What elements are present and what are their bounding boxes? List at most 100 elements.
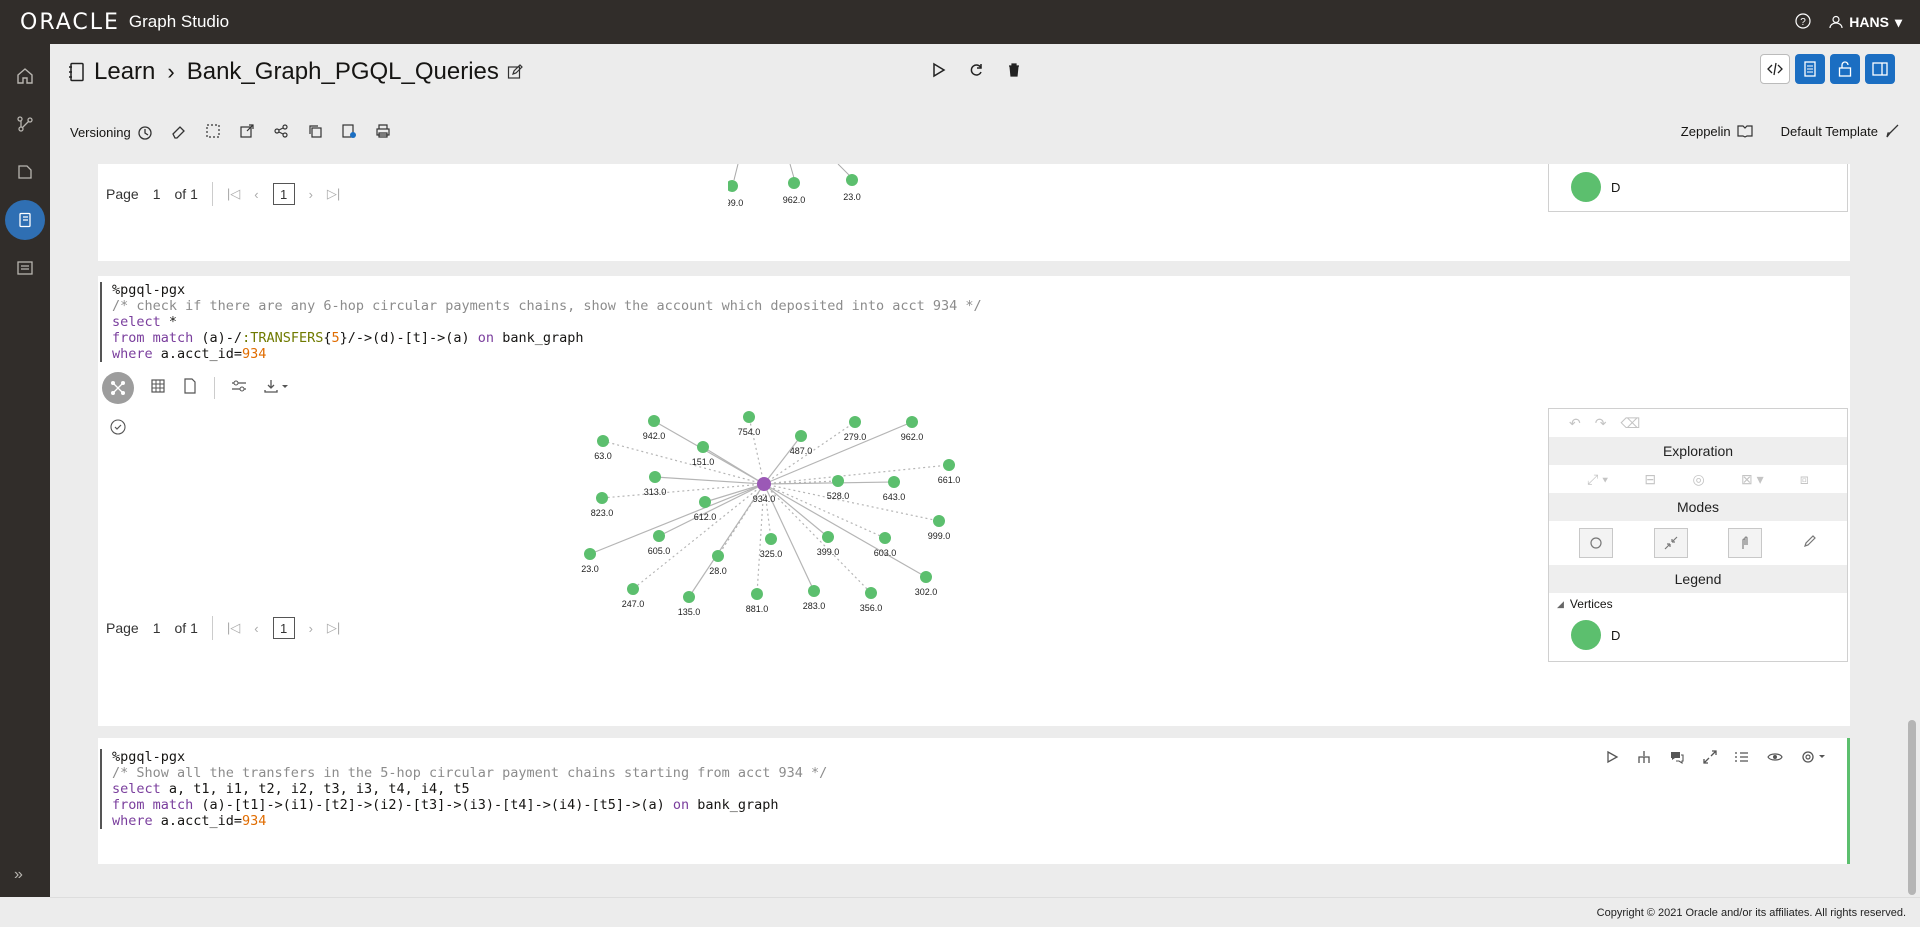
download-icon[interactable]	[263, 378, 289, 399]
graph-node[interactable]	[697, 441, 709, 453]
panel-toggle-button[interactable]	[1865, 54, 1895, 84]
help-icon[interactable]: ?	[1795, 12, 1811, 32]
expand-nav-icon[interactable]: »	[14, 866, 23, 884]
hierarchy-icon[interactable]	[1637, 750, 1651, 769]
page-scrollbar[interactable]	[1908, 720, 1916, 895]
graph-edge[interactable]	[654, 476, 765, 485]
fit-mode-button[interactable]	[1653, 528, 1688, 558]
undo-icon[interactable]: ↶	[1569, 415, 1581, 432]
graph-node[interactable]	[648, 415, 660, 427]
focus-icon[interactable]: ◎	[1692, 471, 1704, 488]
graph-edge[interactable]	[632, 483, 765, 590]
graph-edge[interactable]	[602, 440, 765, 485]
run-paragraph-icon[interactable]	[1605, 750, 1619, 769]
eraser-icon[interactable]	[171, 123, 187, 142]
graph-node[interactable]	[933, 515, 945, 527]
graph-node[interactable]	[699, 496, 711, 508]
graph-node[interactable]	[795, 430, 807, 442]
jobs-icon[interactable]	[5, 248, 45, 288]
prev-page-icon[interactable]: ‹	[254, 621, 258, 636]
prev-page-icon[interactable]: ‹	[254, 187, 258, 202]
graph-view-button[interactable]	[102, 372, 134, 404]
versioning-button[interactable]: Versioning	[70, 125, 153, 141]
graph-node[interactable]	[920, 571, 932, 583]
graph-edge[interactable]	[763, 483, 886, 539]
visibility-icon[interactable]	[1767, 750, 1783, 769]
graph-node[interactable]	[822, 531, 834, 543]
collapse-icon[interactable]: ⊟	[1644, 471, 1656, 488]
graph-node[interactable]	[888, 476, 900, 488]
graph-edge[interactable]	[763, 464, 950, 485]
graph-node[interactable]	[649, 471, 661, 483]
graph-node[interactable]	[832, 475, 844, 487]
graph-edge[interactable]	[763, 483, 872, 594]
graphs-icon[interactable]	[5, 104, 45, 144]
redo-icon[interactable]: ↷	[1595, 415, 1607, 432]
code-editor-3[interactable]: %pgql-pgx /* Show all the transfers in t…	[100, 749, 827, 829]
pan-mode-button[interactable]	[1728, 528, 1763, 558]
edit-title-icon[interactable]	[507, 64, 523, 80]
graph-edge[interactable]	[763, 483, 940, 522]
last-page-icon[interactable]: ▷|	[327, 186, 340, 202]
breadcrumb-learn[interactable]: Learn	[94, 58, 155, 86]
graph-node[interactable]	[683, 591, 695, 603]
graph-node[interactable]	[943, 459, 955, 471]
settings-sliders-icon[interactable]	[231, 378, 247, 399]
current-page-box[interactable]: 1	[272, 183, 295, 205]
run-all-icon[interactable]	[930, 62, 946, 83]
graph-node[interactable]	[584, 548, 596, 560]
graph-node[interactable]	[653, 530, 665, 542]
code-view-button[interactable]	[1760, 54, 1790, 84]
add-paragraph-icon[interactable]	[341, 123, 357, 142]
graph-node[interactable]	[743, 411, 755, 423]
graph-node[interactable]	[728, 180, 738, 192]
graph-node[interactable]	[808, 585, 820, 597]
line-numbers-icon[interactable]	[1735, 750, 1749, 769]
graph-center-node[interactable]	[757, 477, 771, 491]
interpreter-selector[interactable]: Zeppelin	[1681, 123, 1753, 139]
graph-edge[interactable]	[763, 481, 895, 485]
legend-item[interactable]: D	[1549, 615, 1847, 655]
graph-node[interactable]	[596, 492, 608, 504]
legend-item[interactable]: D	[1549, 164, 1847, 210]
vertices-toggle[interactable]: ◢ Vertices	[1549, 593, 1847, 615]
graph-edge[interactable]	[589, 483, 765, 555]
eraser-icon[interactable]: ⌫	[1620, 415, 1640, 432]
edit-mode-icon[interactable]	[1803, 534, 1817, 553]
graph-node[interactable]	[906, 416, 918, 428]
sticky-mode-button[interactable]	[1579, 528, 1614, 558]
graph-edge[interactable]	[763, 483, 829, 538]
delete-icon[interactable]	[1006, 62, 1022, 83]
share-icon[interactable]	[273, 123, 289, 142]
expand-icon[interactable]: ⤢ ▾	[1587, 471, 1608, 488]
fullscreen-icon[interactable]	[1703, 750, 1717, 769]
export-icon[interactable]	[239, 123, 255, 142]
notebooks-icon[interactable]	[5, 200, 45, 240]
graph-node[interactable]	[597, 435, 609, 447]
next-page-icon[interactable]: ›	[309, 621, 313, 636]
graph-node[interactable]	[865, 587, 877, 599]
graph-node[interactable]	[788, 177, 800, 189]
graph-node[interactable]	[879, 532, 891, 544]
result-view-button[interactable]	[1795, 54, 1825, 84]
first-page-icon[interactable]: |◁	[227, 620, 240, 636]
graph-node[interactable]	[849, 416, 861, 428]
ungroup-icon[interactable]: ⧈	[1800, 471, 1809, 488]
user-menu[interactable]: HANS ▾	[1829, 14, 1902, 31]
template-selector[interactable]: Default Template	[1781, 123, 1900, 139]
home-icon[interactable]	[5, 56, 45, 96]
current-page-box[interactable]: 1	[272, 617, 295, 639]
clear-output-icon[interactable]	[205, 123, 221, 142]
group-icon[interactable]: ⊠ ▾	[1741, 471, 1764, 488]
unlock-button[interactable]	[1830, 54, 1860, 84]
graph-node[interactable]	[846, 174, 858, 186]
first-page-icon[interactable]: |◁	[227, 186, 240, 202]
graph-edge[interactable]	[763, 421, 913, 485]
copy-icon[interactable]	[307, 123, 323, 142]
graph-edge[interactable]	[658, 483, 765, 537]
models-icon[interactable]	[5, 152, 45, 192]
graph-node[interactable]	[712, 550, 724, 562]
refresh-icon[interactable]	[968, 62, 984, 83]
paragraph-settings-icon[interactable]	[1801, 750, 1827, 769]
print-icon[interactable]	[375, 123, 391, 142]
